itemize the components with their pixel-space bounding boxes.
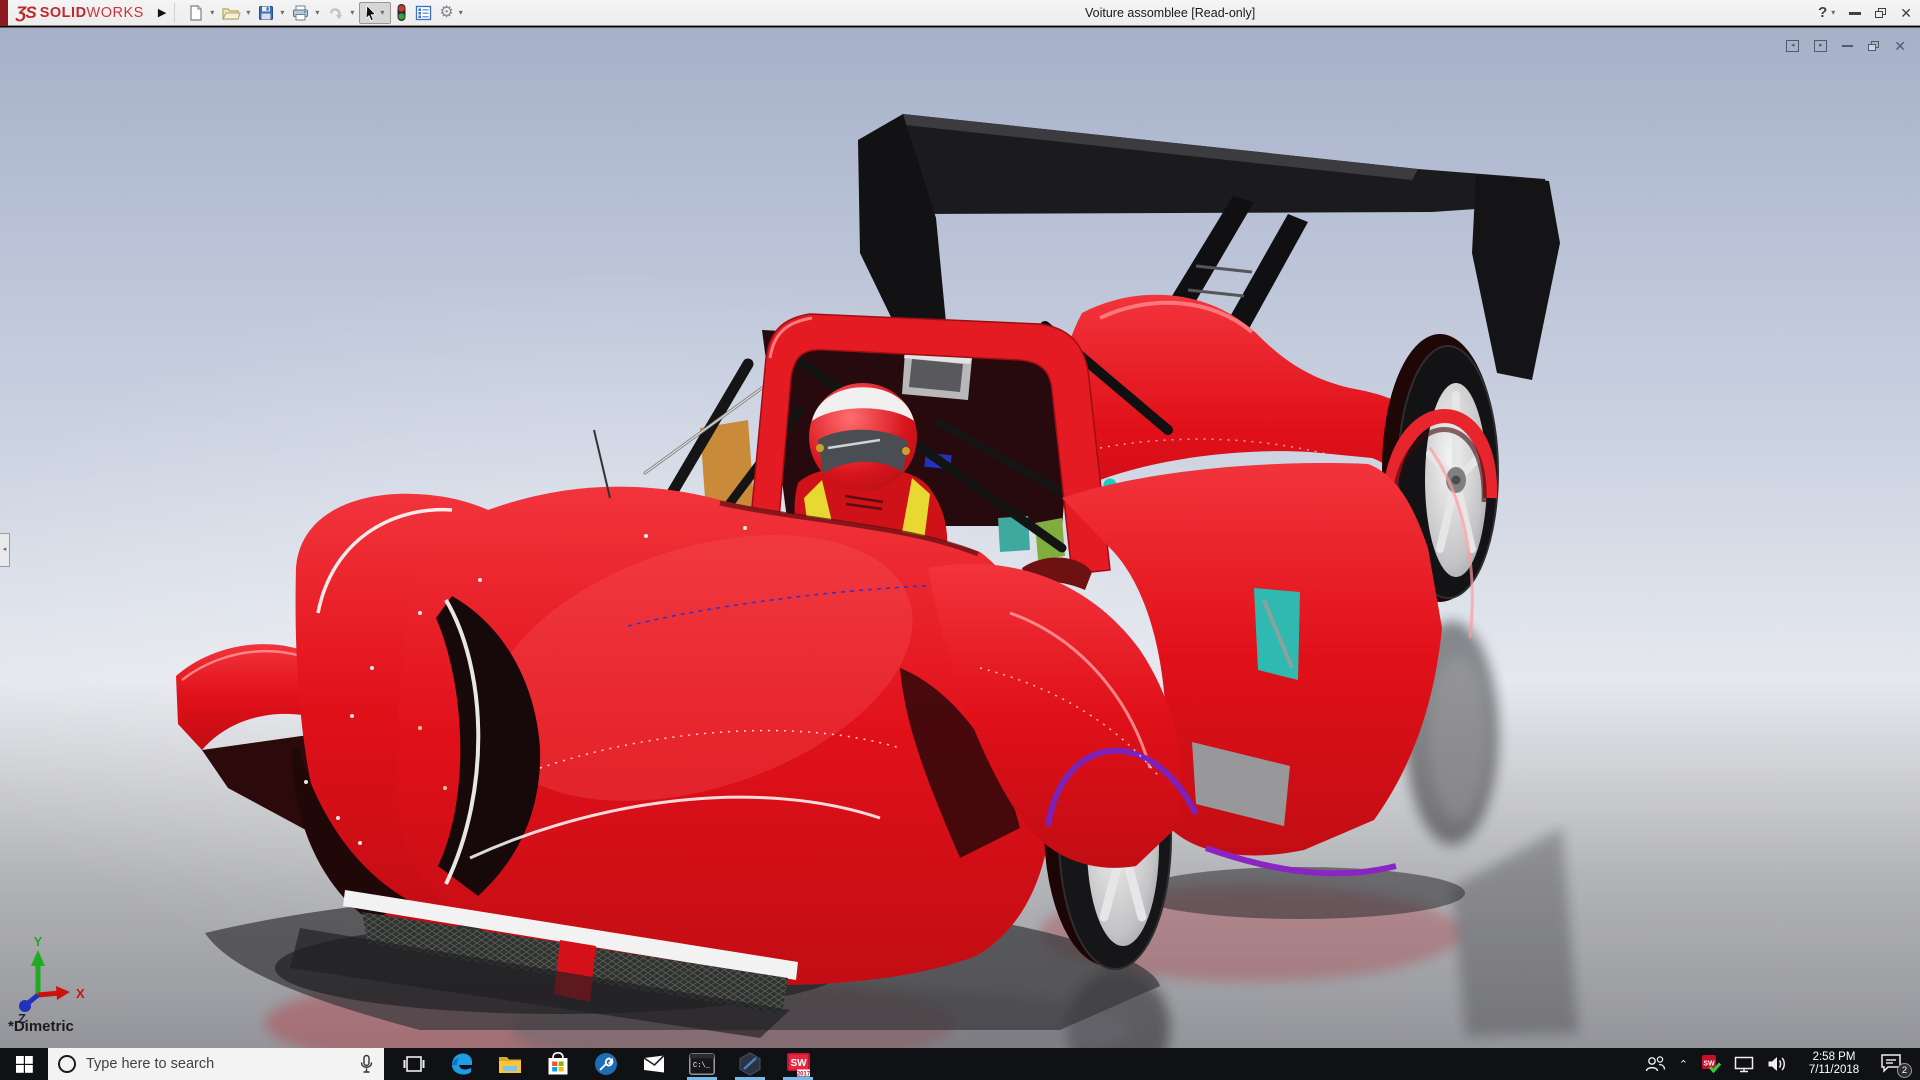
select-tool-button[interactable]: ▾	[359, 1, 392, 24]
file-explorer-button[interactable]	[486, 1048, 534, 1080]
task-view-icon	[403, 1056, 425, 1072]
support-wrench-icon	[595, 1053, 617, 1075]
triad-x-label: X	[76, 986, 85, 1001]
save-icon	[259, 5, 274, 20]
network-icon[interactable]	[1734, 1056, 1754, 1073]
graphics-viewport[interactable]: ◂ ▸ ✕ ◂ Y X Z *Dimetric	[0, 27, 1920, 1049]
svg-text:SW: SW	[790, 1058, 807, 1069]
brand-solid: SOLID	[39, 4, 87, 21]
close-button[interactable]: ✕	[1900, 0, 1912, 26]
window-controls: ? ▾ ✕	[1818, 0, 1912, 26]
windscreen-camera-box[interactable]	[902, 352, 972, 400]
undo-icon	[330, 7, 343, 19]
settings-caret-icon[interactable]: ▾	[459, 8, 463, 17]
menu-flyout-arrow-icon[interactable]: ▶	[158, 6, 166, 19]
window-title: Voiture assomblee [Read-only]	[1085, 6, 1256, 20]
solidworks-mark-icon: ƷS	[16, 2, 37, 22]
print-button[interactable]	[289, 2, 312, 24]
svg-text:2017: 2017	[796, 1071, 810, 1077]
solidworks-2017-button[interactable]: SW 2017	[774, 1048, 822, 1080]
undo-caret-icon[interactable]: ▾	[350, 8, 354, 17]
svg-text:SW: SW	[1703, 1061, 1715, 1068]
minimize-button[interactable]	[1849, 11, 1862, 15]
taskbar-apps: C:\_ SW 2017	[390, 1048, 822, 1080]
restore-button[interactable]	[1875, 8, 1887, 18]
people-icon[interactable]	[1644, 1055, 1666, 1073]
3d-model-race-car[interactable]: Y X Z	[0, 28, 1920, 1049]
notification-count-badge: 2	[1897, 1063, 1912, 1078]
rebuild-button[interactable]	[393, 1, 410, 24]
edge-icon	[452, 1053, 472, 1075]
store-button[interactable]	[534, 1048, 582, 1080]
windows-logo-icon	[15, 1055, 33, 1073]
tray-date: 7/11/2018	[1808, 1064, 1860, 1076]
help-button[interactable]: ?	[1818, 0, 1827, 26]
svg-text:C:\_: C:\_	[693, 1062, 711, 1070]
start-button[interactable]	[0, 1048, 48, 1080]
undo-button[interactable]	[324, 2, 347, 24]
select-caret-icon[interactable]: ▾	[380, 8, 384, 17]
options-list-button[interactable]	[412, 2, 435, 24]
print-caret-icon[interactable]: ▾	[315, 8, 319, 17]
new-document-button[interactable]	[185, 2, 207, 24]
solidworks-tray-icon[interactable]: SW	[1701, 1054, 1721, 1074]
desktop-screen: ƷS SOLID WORKS ▶ ▾ ▾ ▾ ▾ ▾ ▾ ⚙ ▾ Voiture…	[0, 0, 1920, 1080]
tray-time: 2:58 PM	[1812, 1051, 1856, 1063]
print-icon	[293, 5, 309, 20]
toolbar-separator	[174, 2, 176, 23]
brand-works: WORKS	[86, 4, 144, 21]
command-prompt-icon: C:\_	[689, 1053, 715, 1075]
file-explorer-icon	[499, 1057, 521, 1073]
mail-button[interactable]	[630, 1048, 678, 1080]
view-orientation-label: *Dimetric	[8, 1018, 74, 1035]
tray-expand-chevron-icon[interactable]: ⌃	[1679, 1058, 1688, 1071]
help-caret-icon[interactable]: ▾	[1831, 0, 1835, 26]
select-cursor-icon	[365, 4, 377, 21]
cortana-icon	[58, 1055, 76, 1073]
mail-icon	[643, 1054, 665, 1073]
titlebar: ƷS SOLID WORKS ▶ ▾ ▾ ▾ ▾ ▾ ▾ ⚙ ▾ Voiture…	[0, 0, 1920, 26]
new-document-icon	[190, 4, 202, 21]
hexagon-app-button[interactable]	[726, 1048, 774, 1080]
open-caret-icon[interactable]: ▾	[246, 8, 250, 17]
brand-red-strip	[0, 0, 8, 26]
speaker-icon[interactable]	[1767, 1055, 1788, 1073]
action-center-button[interactable]: 2	[1880, 1052, 1912, 1078]
gear-icon: ⚙	[439, 3, 454, 21]
open-folder-icon	[222, 7, 242, 20]
edge-button[interactable]	[438, 1048, 486, 1080]
open-button[interactable]	[219, 2, 243, 24]
properties-list-icon	[416, 5, 432, 20]
save-caret-icon[interactable]: ▾	[280, 8, 284, 17]
quick-access-toolbar: ▾ ▾ ▾ ▾ ▾ ▾ ⚙ ▾	[185, 1, 465, 24]
solidworks-2017-icon: SW 2017	[786, 1052, 810, 1077]
taskbar-clock[interactable]: 2:58 PM 7/11/2018	[1801, 1051, 1867, 1077]
taskbar-search[interactable]	[48, 1048, 384, 1080]
task-view-button[interactable]	[390, 1048, 438, 1080]
store-icon	[548, 1052, 568, 1075]
solidworks-logo: ƷS SOLID WORKS	[16, 0, 144, 26]
hexagon-app-icon	[739, 1052, 761, 1076]
save-button[interactable]	[255, 2, 277, 24]
command-prompt-button[interactable]: C:\_	[678, 1048, 726, 1080]
triad-y-label: Y	[34, 934, 43, 949]
reference-triad: Y X Z	[18, 934, 85, 1026]
windows-taskbar: C:\_ SW 2017	[0, 1048, 1920, 1080]
settings-button[interactable]: ⚙	[437, 2, 455, 24]
system-tray: ⌃ SW 2:58 PM 7/11/2018 2	[1644, 1048, 1920, 1080]
search-input[interactable]	[86, 1056, 326, 1072]
support-assist-button[interactable]	[582, 1048, 630, 1080]
traffic-light-icon	[397, 4, 406, 21]
new-caret-icon[interactable]: ▾	[210, 8, 214, 17]
microphone-icon[interactable]	[359, 1054, 374, 1074]
